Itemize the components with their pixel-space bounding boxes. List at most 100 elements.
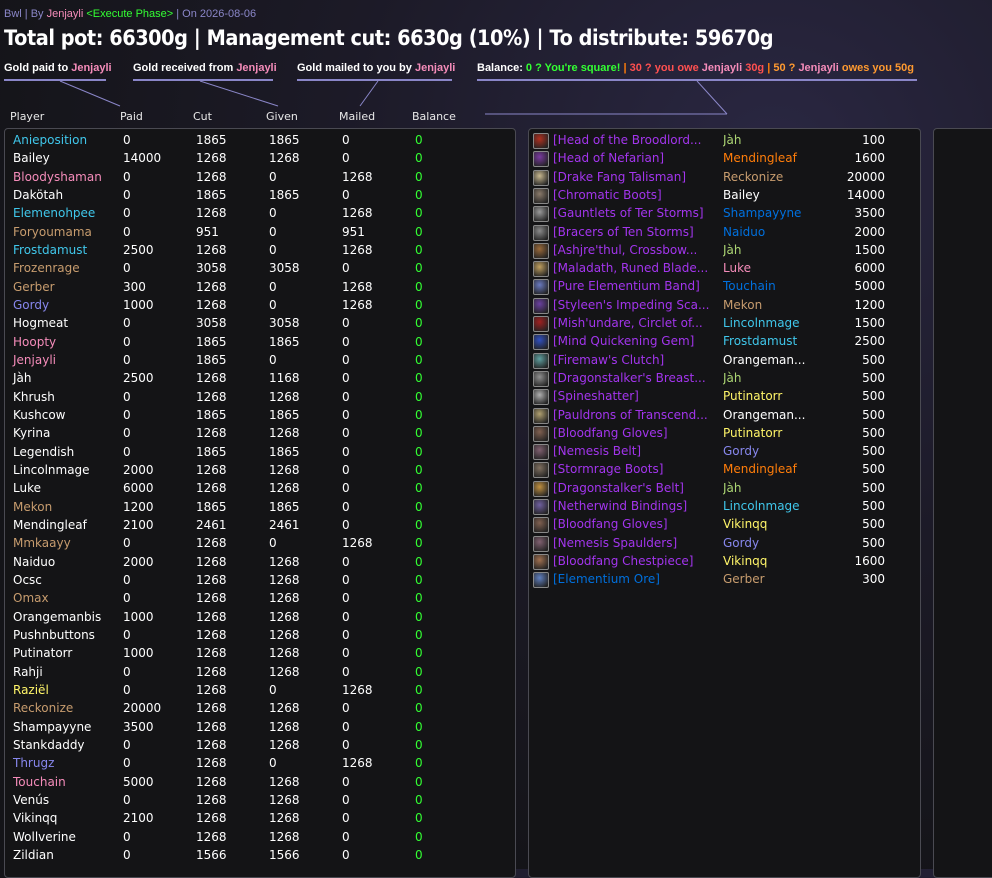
loot-item-link[interactable]: [Dragonstalker's Belt] [553,481,713,495]
player-row[interactable]: Raziël 0 1268 0 1268 0 [5,683,510,701]
loot-item-link[interactable]: [Netherwind Bindings] [553,499,713,513]
loot-item-link[interactable]: [Stormrage Boots] [553,462,713,476]
player-row[interactable]: Omax 0 1268 1268 0 0 [5,591,510,609]
loot-row[interactable]: [Bloodfang Gloves] Putinatorr 500 [529,425,914,443]
loot-row[interactable]: [Nemesis Spaulders] Gordy 500 [529,535,914,553]
player-name: Luke [13,481,41,496]
loot-item-link[interactable]: [Maladath, Runed Blade... [553,261,713,275]
player-row[interactable]: Hogmeat 0 3058 3058 0 0 [5,316,510,334]
player-balance: 0 [415,737,423,752]
loot-item-link[interactable]: [Ashjre'thul, Crossbow... [553,243,713,257]
loot-row[interactable]: [Nemesis Belt] Gordy 500 [529,443,914,461]
player-row[interactable]: Kushcow 0 1865 1865 0 0 [5,408,510,426]
loot-item-link[interactable]: [Mish'undare, Circlet of... [553,316,713,330]
player-row[interactable]: Jenjayli 0 1865 0 0 0 [5,353,510,371]
loot-item-link[interactable]: [Drake Fang Talisman] [553,170,713,184]
player-row[interactable]: Jàh 2500 1268 1168 0 0 [5,371,510,389]
player-row[interactable]: Touchain 5000 1268 1268 0 0 [5,775,510,793]
players-panel[interactable]: Anieposition 0 1865 1865 0 0 Bailey 14000 1268 12… [4,128,516,878]
loot-row[interactable]: [Bloodfang Chestpiece] Vikinqq 1600 [529,553,914,571]
player-row[interactable]: Bloodyshaman 0 1268 0 1268 0 [5,170,510,188]
player-row[interactable]: Stankdaddy 0 1268 1268 0 0 [5,738,510,756]
player-row[interactable]: Pushnbuttons 0 1268 1268 0 0 [5,628,510,646]
loot-row[interactable]: [Mind Quickening Gem] Frostdamust 2500 [529,333,914,351]
loot-item-link[interactable]: [Bracers of Ten Storms] [553,225,713,239]
loot-item-link[interactable]: [Head of Nefarian] [553,151,713,165]
player-row[interactable]: Rahji 0 1268 1268 0 0 [5,665,510,683]
loot-item-link[interactable]: [Bloodfang Gloves] [553,426,713,440]
loot-row[interactable]: [Chromatic Boots] Bailey 14000 [529,187,914,205]
loot-item-link[interactable]: [Elementium Ore] [553,572,713,586]
player-row[interactable]: Foryoumama 0 951 0 951 0 [5,225,510,243]
player-row[interactable]: Gerber 300 1268 0 1268 0 [5,280,510,298]
loot-row[interactable]: [Maladath, Runed Blade... Luke 6000 [529,260,914,278]
loot-item-link[interactable]: [Pauldrons of Transcend... [553,408,713,422]
player-row[interactable]: Elemenohpee 0 1268 0 1268 0 [5,206,510,224]
loot-row[interactable]: [Spineshatter] Putinatorr 500 [529,388,914,406]
player-row[interactable]: Kyrina 0 1268 1268 0 0 [5,426,510,444]
player-row[interactable]: Naiduo 2000 1268 1268 0 0 [5,555,510,573]
loot-item-link[interactable]: [Styleen's Impeding Sca... [553,298,713,312]
player-row[interactable]: Gordy 1000 1268 0 1268 0 [5,298,510,316]
loot-row[interactable]: [Elementium Ore] Gerber 300 [529,571,914,589]
loot-row[interactable]: [Firemaw's Clutch] Orangeman... 500 [529,352,914,370]
player-row[interactable]: Orangemanbis 1000 1268 1268 0 0 [5,610,510,628]
belt-icon [533,352,549,369]
loot-item-link[interactable]: [Chromatic Boots] [553,188,713,202]
player-cut: 1268 [196,774,227,789]
player-row[interactable]: Hoopty 0 1865 1865 0 0 [5,335,510,353]
player-row[interactable]: Frostdamust 2500 1268 0 1268 0 [5,243,510,261]
loot-row[interactable]: [Ashjre'thul, Crossbow... Jàh 1500 [529,242,914,260]
player-row[interactable]: Thrugz 0 1268 0 1268 0 [5,756,510,774]
player-row[interactable]: Mmkaayy 0 1268 0 1268 0 [5,536,510,554]
player-given: 1168 [269,371,300,386]
player-row[interactable]: Anieposition 0 1865 1865 0 0 [5,133,510,151]
loot-row[interactable]: [Netherwind Bindings] Lincolnmage 500 [529,498,914,516]
loot-row[interactable]: [Styleen's Impeding Sca... Mekon 1200 [529,297,914,315]
player-row[interactable]: Khrush 0 1268 1268 0 0 [5,390,510,408]
player-row[interactable]: Bailey 14000 1268 1268 0 0 [5,151,510,169]
player-row[interactable]: Vikinqq 2100 1268 1268 0 0 [5,811,510,829]
loot-item-link[interactable]: [Dragonstalker's Breast... [553,371,713,385]
loot-row[interactable]: [Pure Elementium Band] Touchain 5000 [529,278,914,296]
loot-row[interactable]: [Bracers of Ten Storms] Naiduo 2000 [529,224,914,242]
loot-item-link[interactable]: [Gauntlets of Ter Storms] [553,206,713,220]
player-row[interactable]: Venús 0 1268 1268 0 0 [5,793,510,811]
loot-item-link[interactable]: [Nemesis Spaulders] [553,536,713,550]
loot-item-link[interactable]: [Bloodfang Chestpiece] [553,554,713,568]
loot-item-link[interactable]: [Spineshatter] [553,389,713,403]
player-row[interactable]: Ocsc 0 1268 1268 0 0 [5,573,510,591]
loot-winner: Jàh [723,370,742,385]
player-row[interactable]: Legendish 0 1865 1865 0 0 [5,445,510,463]
player-row[interactable]: Lincolnmage 2000 1268 1268 0 0 [5,463,510,481]
player-row[interactable]: Shampayyne 3500 1268 1268 0 0 [5,720,510,738]
loot-row[interactable]: [Drake Fang Talisman] Reckonize 20000 [529,169,914,187]
loot-row[interactable]: [Dragonstalker's Belt] Jàh 500 [529,480,914,498]
loot-row[interactable]: [Stormrage Boots] Mendingleaf 500 [529,461,914,479]
player-row[interactable]: Mendingleaf 2100 2461 2461 0 0 [5,518,510,536]
player-row[interactable]: Dakötah 0 1865 1865 0 0 [5,188,510,206]
loot-row[interactable]: [Mish'undare, Circlet of... Lincolnmage 15… [529,315,914,333]
loot-item-link[interactable]: [Bloodfang Gloves] [553,517,713,531]
player-paid: 0 [123,536,131,551]
loot-item-link[interactable]: [Head of the Broodlord... [553,133,713,147]
player-row[interactable]: Frozenrage 0 3058 3058 0 0 [5,261,510,279]
player-row[interactable]: Zildian 0 1566 1566 0 0 [5,848,510,866]
loot-row[interactable]: [Pauldrons of Transcend... Orangeman... 50… [529,407,914,425]
loot-item-link[interactable]: [Nemesis Belt] [553,444,713,458]
player-row[interactable]: Wollverine 0 1268 1268 0 0 [5,830,510,848]
loot-item-link[interactable]: [Mind Quickening Gem] [553,334,713,348]
loot-row[interactable]: [Head of the Broodlord... Jàh 100 [529,132,914,150]
player-row[interactable]: Luke 6000 1268 1268 0 0 [5,481,510,499]
loot-row[interactable]: [Bloodfang Gloves] Vikinqq 500 [529,516,914,534]
player-row[interactable]: Mekon 1200 1865 1865 0 0 [5,500,510,518]
loot-panel[interactable]: [Head of the Broodlord... Jàh 100 [Head of … [528,128,921,878]
loot-row[interactable]: [Dragonstalker's Breast... Jàh 500 [529,370,914,388]
loot-row[interactable]: [Gauntlets of Ter Storms] Shampayyne 3500 [529,205,914,223]
loot-item-link[interactable]: [Pure Elementium Band] [553,279,713,293]
player-row[interactable]: Putinatorr 1000 1268 1268 0 0 [5,646,510,664]
loot-row[interactable]: [Head of Nefarian] Mendingleaf 1600 [529,150,914,168]
loot-item-link[interactable]: [Firemaw's Clutch] [553,353,713,367]
player-row[interactable]: Reckonize 20000 1268 1268 0 0 [5,701,510,719]
loot-price: 500 [862,407,885,422]
